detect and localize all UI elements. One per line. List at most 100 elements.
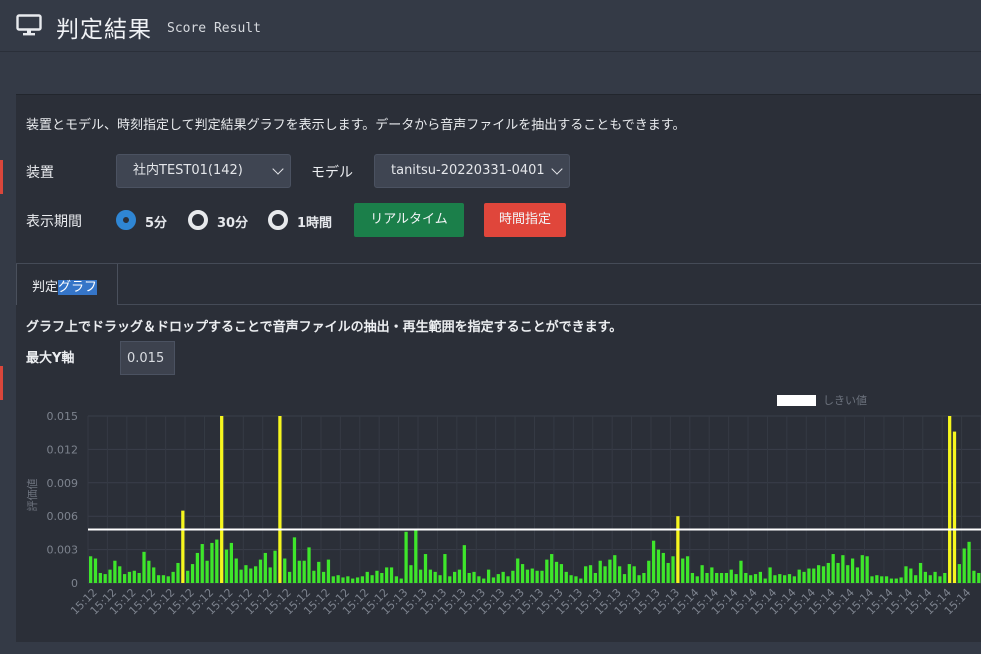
chart-bar	[729, 569, 733, 583]
chart-bar	[899, 577, 903, 583]
time-specify-button[interactable]: 時間指定	[484, 203, 566, 237]
legend-label[interactable]: しきい値	[823, 394, 867, 407]
tab-score-graph-highlight: グラフ	[58, 280, 98, 295]
left-marker	[0, 160, 3, 194]
chart-bar	[336, 575, 340, 583]
period-radio-5min[interactable]	[116, 210, 136, 230]
chart-bar	[394, 576, 399, 583]
chart-bar	[637, 575, 641, 583]
chart-bar	[525, 569, 530, 583]
chart-bar	[928, 575, 932, 583]
chart-bar	[312, 570, 316, 583]
realtime-button[interactable]: リアルタイム	[354, 203, 464, 237]
y-tick-label: 0.003	[47, 544, 79, 557]
chart-bar	[137, 572, 141, 583]
model-select[interactable]: tanitsu-20220331-0401	[374, 154, 570, 188]
chart-bar	[666, 562, 670, 583]
chart-bar	[360, 576, 365, 583]
page-subtitle: Score Result	[167, 21, 261, 36]
chart-bar	[967, 541, 971, 583]
chart-bar	[700, 565, 704, 583]
chart-bar	[419, 569, 423, 583]
graph-description: グラフ上でドラッグ＆ドロップすることで音声ファイルの抽出・再生範囲を指定すること…	[26, 320, 623, 335]
page-description: 装置とモデル、時刻指定して判定結果グラフを表示します。データから音声ファイルを抽…	[26, 118, 686, 133]
chart-bar	[142, 551, 146, 583]
chart-bar	[520, 564, 525, 583]
chart-bar	[880, 576, 884, 583]
chart-x-ticks: 15:1215:1215:1215:1215:1215:1215:1215:12…	[68, 586, 973, 618]
chart-bar	[875, 575, 879, 583]
chart-bar	[836, 562, 840, 583]
chart-bar	[443, 554, 447, 583]
chart-bar	[244, 565, 248, 583]
chart-bar	[438, 575, 442, 583]
chart-bar	[613, 555, 617, 583]
period-label: 表示期間	[26, 214, 82, 230]
chart-bar	[545, 559, 549, 583]
chart-bar	[506, 576, 510, 583]
chart-bar	[826, 562, 830, 583]
ymax-input[interactable]	[120, 341, 175, 375]
chart-bar	[190, 564, 195, 583]
chart-bar	[341, 577, 345, 583]
chart-bar	[812, 568, 816, 583]
chart-bar	[482, 578, 486, 583]
chart-bar	[307, 547, 311, 583]
chart-bar	[224, 549, 229, 583]
chart-bar	[399, 578, 403, 583]
y-tick-label: 0.009	[47, 477, 79, 490]
y-tick-label: 0.012	[47, 443, 79, 456]
chart-bar	[642, 572, 646, 583]
chart-bar	[593, 572, 597, 583]
chart-bar	[380, 572, 384, 583]
chart-bar	[258, 559, 263, 583]
model-select-value: tanitsu-20220331-0401	[391, 163, 545, 178]
chart-bar	[695, 576, 699, 583]
chart-bar	[768, 567, 772, 583]
chart-bar	[603, 566, 607, 583]
chart-bar	[166, 576, 170, 583]
chart-bar	[161, 575, 166, 583]
chart-bar	[972, 570, 976, 583]
chart-bar	[957, 564, 961, 583]
model-label: モデル	[311, 165, 353, 181]
chevron-down-icon	[272, 163, 284, 175]
chart-bar	[351, 578, 355, 583]
chart-bar	[841, 555, 845, 583]
chart-bar	[715, 572, 719, 583]
chart-bar	[147, 560, 151, 583]
chart-bar	[821, 566, 826, 583]
device-label: 装置	[26, 165, 54, 181]
device-select[interactable]: 社内TEST01(142)	[116, 154, 291, 188]
chart-bar	[535, 570, 539, 583]
chart-bar	[195, 552, 200, 583]
chart-bar	[831, 554, 835, 583]
chart-bar	[132, 570, 136, 583]
chart-bar	[171, 571, 175, 583]
chart-bar	[778, 574, 782, 583]
chart-bar	[283, 558, 287, 583]
chart-bar	[385, 567, 389, 583]
tab-score-graph[interactable]: 判定グラフ	[16, 264, 118, 305]
page-header: 判定結果 Score Result	[0, 0, 981, 52]
chart-bar	[918, 562, 923, 583]
chart-bar	[448, 576, 452, 583]
chart-bar	[486, 569, 491, 583]
chart-bar	[321, 571, 326, 583]
chart-bar	[370, 575, 374, 583]
y-tick-label: 0	[71, 577, 78, 590]
chart-bar	[404, 531, 408, 583]
chart-bar	[220, 416, 224, 583]
chart-bar	[952, 431, 957, 583]
period-radio-30min[interactable]	[188, 210, 208, 230]
chart-bar	[807, 568, 811, 583]
chart-bar	[122, 574, 127, 583]
chart-bar	[103, 574, 107, 583]
score-chart[interactable]: 0 0.003 0.006 0.009 0.012 0.015 評価値 15:1215:1…	[16, 388, 981, 642]
chart-bar	[317, 561, 321, 583]
chart-bar	[263, 552, 267, 583]
period-radio-1hour[interactable]	[268, 210, 288, 230]
chart-y-axis-label: 評価値	[25, 479, 39, 512]
chart-bar	[627, 564, 631, 583]
chart-bar	[292, 537, 297, 583]
